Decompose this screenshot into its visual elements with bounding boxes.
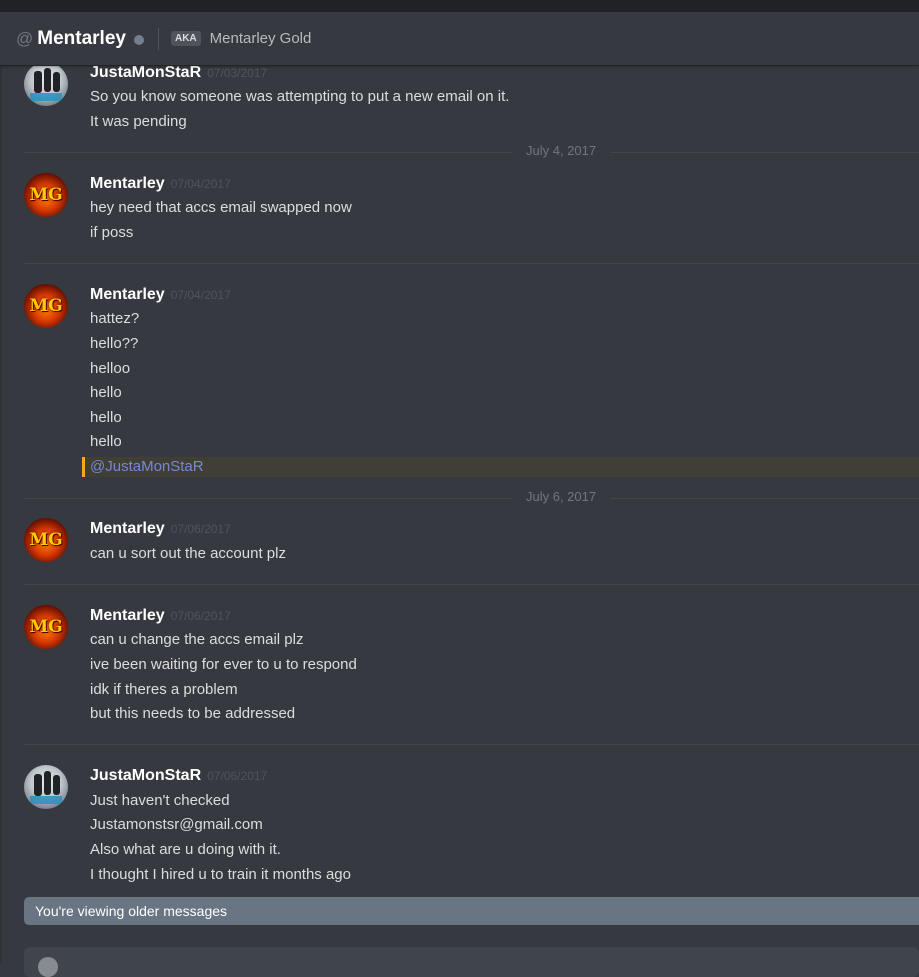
message-text: but this needs to be addressed bbox=[90, 705, 296, 722]
message-author[interactable]: Mentarley 07/06/2017 bbox=[90, 607, 231, 625]
message-text: Justamonstsr@gmail.com bbox=[90, 816, 263, 833]
message-text: hello bbox=[90, 433, 122, 450]
avatar-initials: MG bbox=[29, 530, 63, 550]
message-text: So you know someone was attempting to pu… bbox=[90, 88, 510, 105]
message-author[interactable]: Mentarley 07/06/2017 bbox=[90, 520, 231, 538]
message-text: idk if theres a problem bbox=[90, 681, 238, 698]
message-separator bbox=[24, 263, 919, 264]
message-text: hello bbox=[90, 409, 122, 426]
window-top-strip bbox=[0, 0, 919, 12]
message-timestamp: 07/04/2017 bbox=[170, 177, 231, 191]
mention-highlight bbox=[82, 457, 919, 477]
avatar-initials: MG bbox=[29, 617, 63, 637]
upload-icon[interactable] bbox=[38, 957, 58, 977]
date-divider-label: July 4, 2017 bbox=[512, 143, 611, 158]
avatar[interactable]: MG bbox=[24, 284, 68, 328]
message-text: It was pending bbox=[90, 113, 187, 130]
avatar[interactable] bbox=[24, 66, 68, 106]
avatar[interactable]: MG bbox=[24, 605, 68, 649]
date-divider-label: July 6, 2017 bbox=[512, 489, 611, 504]
user-mention[interactable]: @JustaMonStaR bbox=[90, 458, 204, 475]
older-messages-bar[interactable]: You're viewing older messages bbox=[24, 897, 919, 925]
message-timestamp: 07/06/2017 bbox=[170, 609, 231, 623]
message-timestamp: 07/06/2017 bbox=[170, 522, 231, 536]
message-text: ive been waiting for ever to u to respon… bbox=[90, 656, 357, 673]
avatar[interactable] bbox=[24, 765, 68, 809]
aka-badge: AKA bbox=[170, 31, 201, 46]
message-text: I thought I hired u to train it months a… bbox=[90, 866, 351, 883]
message-timestamp: 07/06/2017 bbox=[207, 769, 268, 783]
message-text: can u change the accs email plz bbox=[90, 631, 304, 648]
message-text: helloo bbox=[90, 360, 131, 377]
message-timestamp: 07/03/2017 bbox=[207, 66, 268, 80]
message-timestamp: 07/04/2017 bbox=[170, 288, 231, 302]
avatar[interactable]: MG bbox=[24, 173, 68, 217]
message-separator bbox=[24, 584, 919, 585]
message-list[interactable]: JustaMonStaR 07/03/2017 So you know someo… bbox=[0, 66, 919, 963]
date-divider: July 4, 2017 bbox=[24, 143, 919, 158]
message-separator bbox=[24, 744, 919, 745]
avatar[interactable]: MG bbox=[24, 518, 68, 562]
dm-username[interactable]: Mentarley bbox=[37, 28, 126, 50]
dm-header: @ Mentarley AKA Mentarley Gold bbox=[0, 12, 919, 66]
message-author[interactable]: Mentarley 07/04/2017 bbox=[90, 286, 231, 304]
avatar-initials: MG bbox=[29, 296, 63, 316]
at-icon: @ bbox=[16, 28, 34, 48]
message-author[interactable]: Mentarley 07/04/2017 bbox=[90, 175, 231, 193]
message-text: hello?? bbox=[90, 335, 139, 352]
message-text: hey need that accs email swapped now bbox=[90, 199, 352, 216]
message-author[interactable]: JustaMonStaR 07/03/2017 bbox=[90, 66, 267, 82]
avatar-initials: MG bbox=[29, 185, 63, 205]
message-text: can u sort out the account plz bbox=[90, 545, 286, 562]
message-input[interactable] bbox=[24, 947, 919, 977]
older-messages-label: You're viewing older messages bbox=[35, 903, 228, 919]
offline-status-icon bbox=[133, 35, 144, 45]
date-divider: July 6, 2017 bbox=[24, 489, 919, 504]
message-text: Also what are u doing with it. bbox=[90, 841, 281, 858]
message-text: hattez? bbox=[90, 310, 140, 327]
message-text: if poss bbox=[90, 224, 134, 241]
aka-name: Mentarley Gold bbox=[209, 30, 312, 47]
message-text: hello bbox=[90, 384, 122, 401]
message-author[interactable]: JustaMonStaR 07/06/2017 bbox=[90, 767, 267, 785]
header-divider bbox=[157, 27, 159, 50]
message-text: Just haven't checked bbox=[90, 792, 230, 809]
